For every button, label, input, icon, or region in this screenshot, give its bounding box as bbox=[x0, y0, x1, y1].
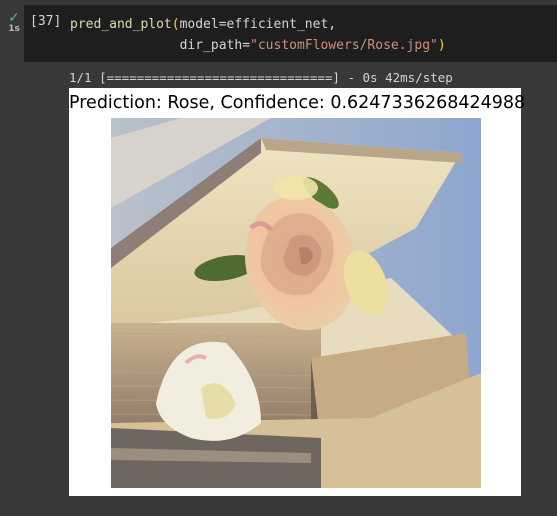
code-editor[interactable]: pred_and_plot(model=efficient_net, dir_p… bbox=[70, 14, 446, 56]
figure-title: Prediction: Rose, Confidence: 0.62473362… bbox=[69, 93, 526, 113]
open-paren: ( bbox=[171, 17, 180, 32]
rose-on-book-image bbox=[111, 118, 481, 488]
code-cell[interactable]: [37] pred_and_plot(model=efficient_net, … bbox=[24, 5, 557, 62]
code-arg-dir-value: "customFlowers/Rose.jpg" bbox=[250, 38, 438, 53]
code-arg-dir-key: dir_path= bbox=[179, 38, 251, 53]
output-figure: Prediction: Rose, Confidence: 0.62473362… bbox=[69, 88, 526, 496]
execution-count: [37] bbox=[30, 14, 62, 29]
code-arg-model: model=efficient_net, bbox=[179, 17, 337, 32]
function-name: pred_and_plot bbox=[70, 17, 172, 32]
execution-time: 1s bbox=[8, 24, 20, 34]
check-icon: ✓ bbox=[8, 10, 20, 26]
progress-output: 1/1 [==============================] - 0… bbox=[69, 70, 453, 85]
close-paren: ) bbox=[437, 38, 446, 53]
cell-status: ✓ 1s bbox=[5, 10, 23, 34]
